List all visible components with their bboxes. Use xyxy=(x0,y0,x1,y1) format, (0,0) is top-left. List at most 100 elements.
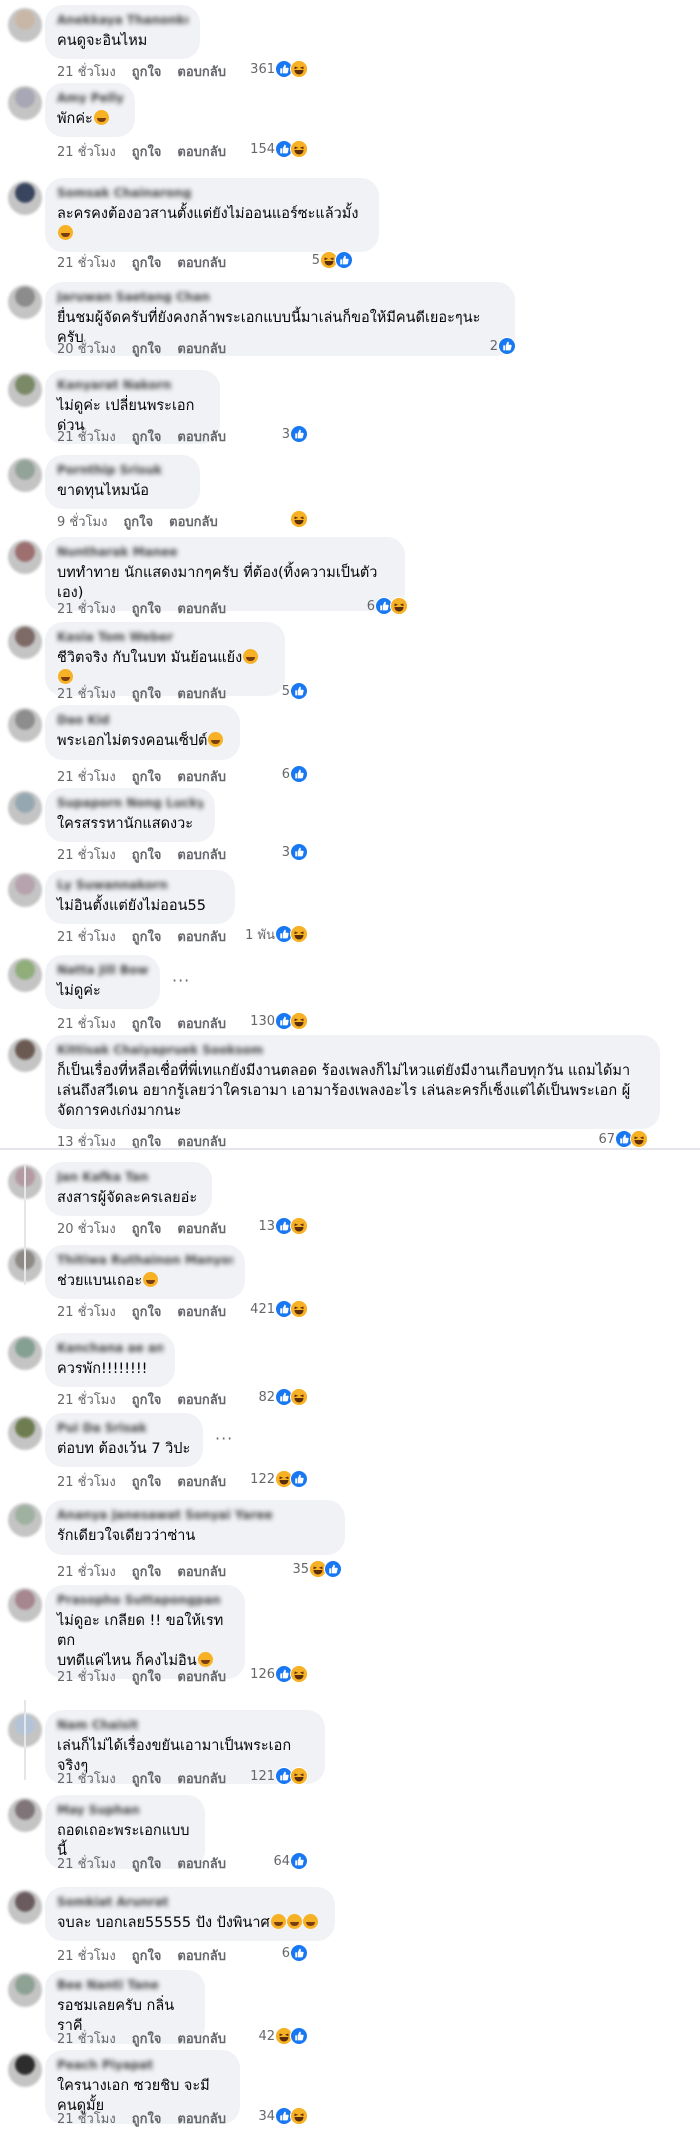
comment-timestamp[interactable]: 9 ชั่วโมง xyxy=(57,515,107,530)
reply-button[interactable]: ตอบกลับ xyxy=(177,342,226,357)
reply-button[interactable]: ตอบกลับ xyxy=(177,145,226,160)
reply-button[interactable]: ตอบกลับ xyxy=(169,515,218,530)
like-button[interactable]: ถูกใจ xyxy=(132,1949,162,1964)
like-button[interactable]: ถูกใจ xyxy=(132,770,162,785)
like-button[interactable]: ถูกใจ xyxy=(132,256,162,271)
commenter-name[interactable]: Dao Kid xyxy=(57,713,228,726)
commenter-name[interactable]: Nuntharak Manee xyxy=(57,545,393,558)
reaction-summary[interactable] xyxy=(290,509,308,529)
commenter-name[interactable]: Kasia Tom Weber xyxy=(57,630,273,643)
like-button[interactable]: ถูกใจ xyxy=(132,1565,162,1580)
reply-button[interactable]: ตอบกลับ xyxy=(177,1393,226,1408)
reply-button[interactable]: ตอบกลับ xyxy=(177,1222,226,1237)
reply-button[interactable]: ตอบกลับ xyxy=(177,1670,226,1685)
comment-timestamp[interactable]: 21 ชั่วโมง xyxy=(57,1393,116,1408)
comment-timestamp[interactable]: 21 ชั่วโมง xyxy=(57,1305,116,1320)
reaction-summary[interactable]: 13 xyxy=(258,1216,308,1236)
commenter-name[interactable]: Pornthip Srisuk xyxy=(57,463,188,476)
commenter-name[interactable]: Somkiat Arunrat xyxy=(57,1895,323,1908)
reply-button[interactable]: ตอบกลับ xyxy=(177,1949,226,1964)
commenter-name[interactable]: Kittisak Chaiyapruek Sooksom xyxy=(57,1043,648,1056)
avatar[interactable] xyxy=(8,791,42,825)
like-button[interactable]: ถูกใจ xyxy=(132,2032,162,2047)
like-button[interactable]: ถูกใจ xyxy=(123,515,153,530)
reaction-summary[interactable]: 64 xyxy=(273,1851,308,1871)
reply-button[interactable]: ตอบกลับ xyxy=(177,930,226,945)
more-options-icon[interactable]: ··· xyxy=(215,1429,233,1448)
reaction-summary[interactable]: 154 xyxy=(250,139,308,159)
reply-button[interactable]: ตอบกลับ xyxy=(177,848,226,863)
reply-button[interactable]: ตอบกลับ xyxy=(177,256,226,271)
like-button[interactable]: ถูกใจ xyxy=(132,1772,162,1787)
avatar[interactable] xyxy=(8,2053,42,2087)
commenter-name[interactable]: Peach Piyapat xyxy=(57,2058,228,2071)
reaction-summary[interactable]: 126 xyxy=(250,1664,308,1684)
avatar[interactable] xyxy=(8,1336,42,1370)
reply-button[interactable]: ตอบกลับ xyxy=(177,65,226,80)
comment-timestamp[interactable]: 21 ชั่วโมง xyxy=(57,430,116,445)
like-button[interactable]: ถูกใจ xyxy=(132,430,162,445)
comment-timestamp[interactable]: 21 ชั่วโมง xyxy=(57,1857,116,1872)
commenter-name[interactable]: Kanchana ae an xyxy=(57,1341,163,1354)
commenter-name[interactable]: Nam Chaisit xyxy=(57,1718,313,1731)
avatar[interactable] xyxy=(8,1798,42,1832)
avatar[interactable] xyxy=(8,8,42,42)
reaction-summary[interactable]: 34 xyxy=(258,2106,308,2126)
reaction-summary[interactable]: 6 xyxy=(282,1943,308,1963)
reaction-summary[interactable]: 121 xyxy=(250,1766,308,1786)
avatar[interactable] xyxy=(8,1588,42,1622)
like-button[interactable]: ถูกใจ xyxy=(132,848,162,863)
commenter-name[interactable]: Bee Nanti Tane xyxy=(57,1978,193,1991)
reaction-summary[interactable]: 2 xyxy=(490,336,516,356)
reply-button[interactable]: ตอบกลับ xyxy=(177,602,226,617)
like-button[interactable]: ถูกใจ xyxy=(132,65,162,80)
like-button[interactable]: ถูกใจ xyxy=(132,930,162,945)
reaction-summary[interactable]: 1 พัน xyxy=(245,924,308,944)
avatar[interactable] xyxy=(8,1038,42,1072)
comment-timestamp[interactable]: 21 ชั่วโมง xyxy=(57,145,116,160)
comment-timestamp[interactable]: 21 ชั่วโมง xyxy=(57,2112,116,2127)
comment-timestamp[interactable]: 21 ชั่วโมง xyxy=(57,848,116,863)
comment-timestamp[interactable]: 21 ชั่วโมง xyxy=(57,1475,116,1490)
like-button[interactable]: ถูกใจ xyxy=(132,1857,162,1872)
comment-timestamp[interactable]: 20 ชั่วโมง xyxy=(57,1222,116,1237)
reply-button[interactable]: ตอบกลับ xyxy=(177,1857,226,1872)
reaction-summary[interactable]: 361 xyxy=(250,59,308,79)
comment-timestamp[interactable]: 21 ชั่วโมง xyxy=(57,256,116,271)
avatar[interactable] xyxy=(8,625,42,659)
commenter-name[interactable]: Anekkaya Thanonkul xyxy=(57,13,188,26)
like-button[interactable]: ถูกใจ xyxy=(132,1393,162,1408)
reply-button[interactable]: ตอบกลับ xyxy=(177,2032,226,2047)
avatar[interactable] xyxy=(8,458,42,492)
reaction-summary[interactable]: 5 xyxy=(312,250,353,270)
comment-timestamp[interactable]: 20 ชั่วโมง xyxy=(57,342,116,357)
reaction-summary[interactable]: 35 xyxy=(292,1559,342,1579)
reaction-summary[interactable]: 6 xyxy=(282,764,308,784)
commenter-name[interactable]: Thitiwa Ruthainon Manyoso xyxy=(57,1253,233,1266)
avatar[interactable] xyxy=(8,1503,42,1537)
avatar[interactable] xyxy=(8,86,42,120)
commenter-name[interactable]: May Suphan xyxy=(57,1803,193,1816)
reaction-summary[interactable]: 421 xyxy=(250,1299,308,1319)
commenter-name[interactable]: Prasopho Suttapongpan xyxy=(57,1593,233,1606)
avatar[interactable] xyxy=(8,708,42,742)
commenter-name[interactable]: Supaporn Nong Lucky xyxy=(57,796,203,809)
reaction-summary[interactable]: 67 xyxy=(598,1129,648,1149)
avatar[interactable] xyxy=(8,958,42,992)
avatar[interactable] xyxy=(8,181,42,215)
like-button[interactable]: ถูกใจ xyxy=(132,145,162,160)
reaction-summary[interactable]: 3 xyxy=(282,842,308,862)
reply-button[interactable]: ตอบกลับ xyxy=(177,1305,226,1320)
like-button[interactable]: ถูกใจ xyxy=(132,1670,162,1685)
like-button[interactable]: ถูกใจ xyxy=(132,1017,162,1032)
avatar[interactable] xyxy=(8,1973,42,2007)
avatar[interactable] xyxy=(8,285,42,319)
like-button[interactable]: ถูกใจ xyxy=(132,1222,162,1237)
avatar[interactable] xyxy=(8,873,42,907)
reply-button[interactable]: ตอบกลับ xyxy=(177,1017,226,1032)
reply-button[interactable]: ตอบกลับ xyxy=(177,770,226,785)
reply-button[interactable]: ตอบกลับ xyxy=(177,2112,226,2127)
reaction-summary[interactable]: 122 xyxy=(250,1469,308,1489)
comment-timestamp[interactable]: 21 ชั่วโมง xyxy=(57,1017,116,1032)
comment-timestamp[interactable]: 21 ชั่วโมง xyxy=(57,1565,116,1580)
